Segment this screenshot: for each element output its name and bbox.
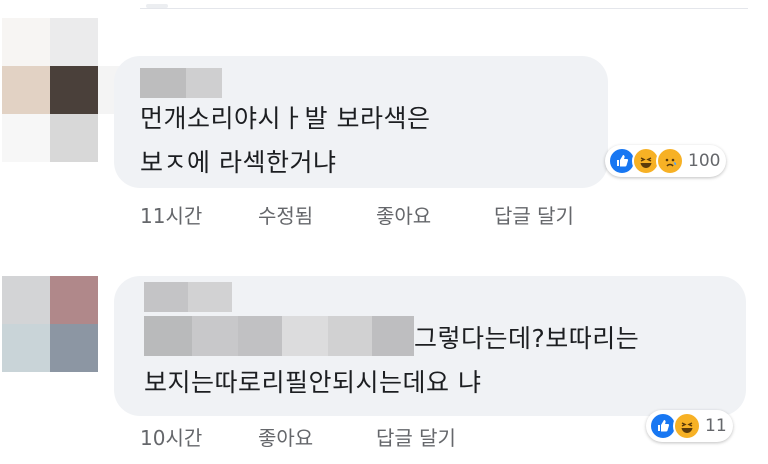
like-link[interactable]: 좋아요 [376,200,494,229]
comment-text-line1: 그렇다는데?보따리는 [414,324,640,353]
comment-bubble: 그렇다는데?보따리는 보지는따로리필안되시는데요 냐 [114,276,746,416]
comment-actions: 10시간 좋아요 답글 달기 [140,422,456,451]
reply-link[interactable]: 답글 달기 [376,422,456,451]
comment-bubble: 먼개소리야시ㅏ발 보라색은 보ㅈ에 라섹한거냐 [114,56,608,188]
reaction-count: 100 [688,151,721,171]
comment-text-line2: 보ㅈ에 라섹한거냐 [140,148,337,177]
commenter-name[interactable] [144,282,232,312]
tagged-user[interactable] [144,316,414,356]
comment-timestamp[interactable]: 11시간 [140,200,258,229]
reaction-summary[interactable]: 100 [605,145,727,177]
comment-text-line1: 먼개소리야시ㅏ발 보라색은 [140,104,431,133]
reply-link[interactable]: 답글 달기 [494,200,574,229]
reaction-summary[interactable]: 11 [646,410,733,442]
comment-timestamp[interactable]: 10시간 [140,422,258,451]
comment-actions: 11시간 수정됨 좋아요 답글 달기 [140,200,574,229]
reaction-count: 11 [705,416,727,436]
sad-icon [656,147,684,175]
like-link[interactable]: 좋아요 [258,422,376,451]
commenter-name[interactable] [140,68,222,98]
haha-icon [673,412,701,440]
divider-mark [146,4,168,8]
comment-text-line2: 보지는따로리필안되시는데요 냐 [144,368,482,397]
edited-label[interactable]: 수정됨 [258,200,376,229]
divider-line [140,8,748,9]
